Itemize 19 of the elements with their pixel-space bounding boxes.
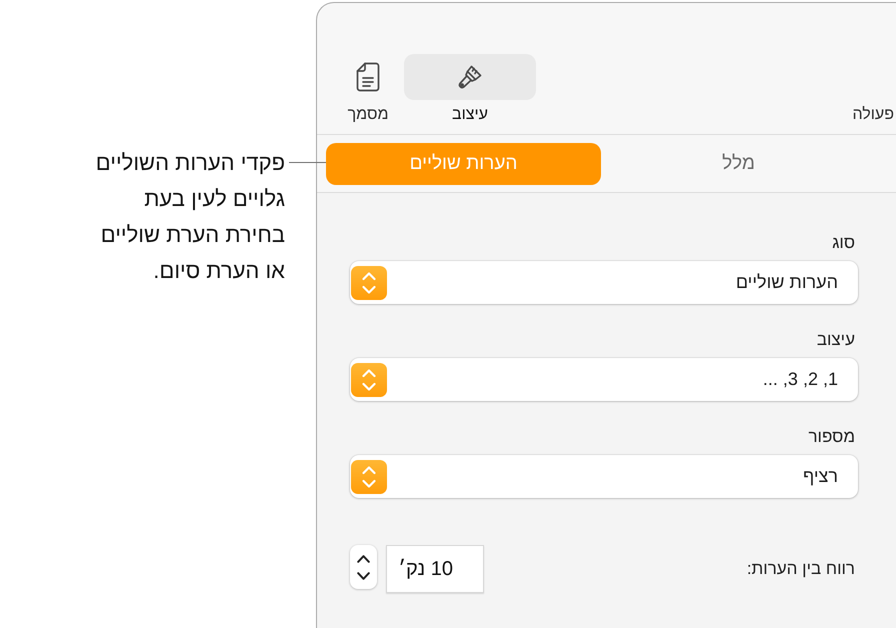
tab[interactable]: מלל bbox=[601, 143, 876, 185]
document-icon bbox=[356, 62, 380, 92]
document-button[interactable]: מסמך bbox=[340, 54, 396, 124]
chevron-down-icon[interactable] bbox=[357, 572, 370, 580]
field-label: עיצוב bbox=[816, 330, 855, 350]
popup-menu[interactable]: הערות שוליים bbox=[350, 261, 858, 304]
popup-menu[interactable]: 1, 2, 3, ... bbox=[350, 358, 858, 401]
up-down-arrows-icon bbox=[351, 460, 387, 494]
field-label: מספור bbox=[808, 427, 855, 447]
spacing-input-field[interactable]: 10 נק׳ bbox=[386, 545, 484, 593]
popup-menu[interactable]: רציף bbox=[350, 455, 858, 498]
up-down-arrows-icon bbox=[351, 266, 387, 300]
up-down-arrows-icon bbox=[351, 362, 387, 396]
stepper[interactable] bbox=[350, 545, 377, 589]
action-button[interactable]: פעולה bbox=[852, 100, 894, 124]
callout-text: פקדי הערות השוליים גלויים לעין בעת בחירת הערת שוליים או הערת סיום. bbox=[96, 149, 285, 285]
field-label: סוג bbox=[832, 233, 855, 253]
spacing-label: רווח בין הערות: bbox=[746, 559, 855, 579]
chevron-up-icon[interactable] bbox=[357, 554, 370, 562]
